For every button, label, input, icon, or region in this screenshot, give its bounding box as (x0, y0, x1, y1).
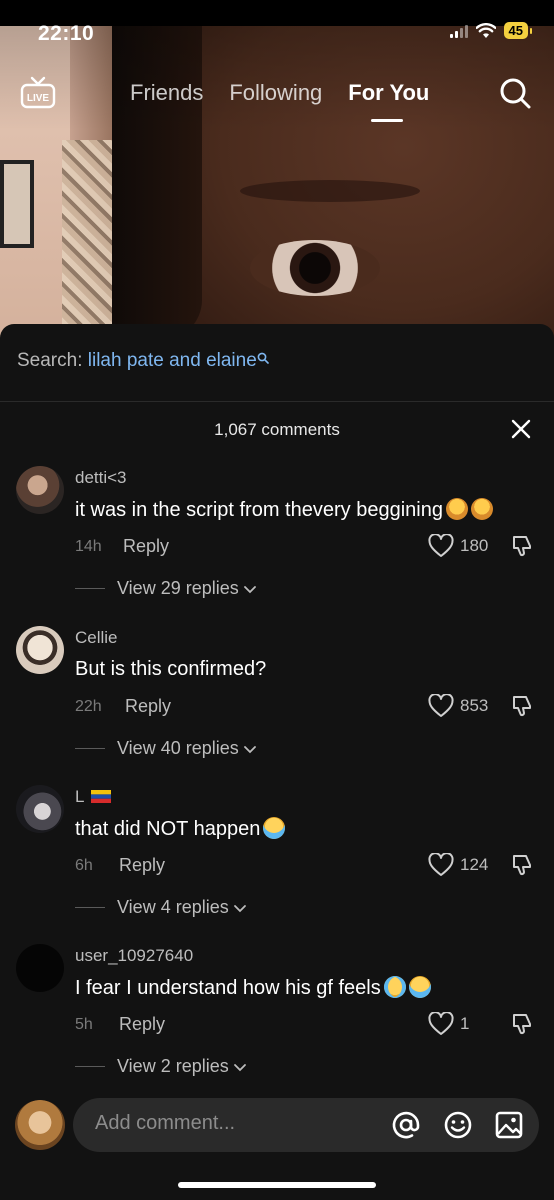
top-nav: LIVE Friends Following For You (0, 72, 554, 122)
woman-facepalming-emoji (445, 498, 468, 520)
heart-icon (428, 1012, 454, 1035)
like-button[interactable]: 853 (428, 694, 488, 718)
view-replies-button[interactable]: View 4 replies (75, 897, 247, 918)
loudly-crying-face-emoji (408, 976, 431, 998)
tab-following[interactable]: Following (229, 80, 322, 106)
search-icon[interactable] (498, 76, 532, 110)
chevron-down-icon (233, 1063, 246, 1071)
heart-icon (428, 853, 454, 876)
loudly-crying-face-emoji (263, 817, 286, 839)
video-brow (240, 180, 420, 202)
like-count: 853 (460, 696, 489, 715)
reply-button[interactable]: Reply (119, 855, 165, 876)
view-replies-button[interactable]: View 29 replies (75, 578, 257, 599)
reply-button[interactable]: Reply (119, 1014, 165, 1035)
status-icons: 45 (449, 22, 533, 39)
home-indicator (178, 1182, 376, 1188)
dislike-icon[interactable] (510, 534, 534, 558)
tab-friends[interactable]: Friends (130, 80, 203, 106)
search-suggestion[interactable]: Search: lilah pate and elaine (0, 324, 554, 402)
live-tv-icon[interactable]: LIVE (20, 76, 56, 110)
venezuela-flag-icon (90, 790, 111, 803)
cellular-signal-icon (449, 24, 468, 38)
chevron-down-icon (233, 904, 246, 912)
comment-text: I fear I understand how his gf feels (75, 976, 431, 1000)
comment-username[interactable]: Cellie (75, 628, 118, 648)
view-replies-label: View 29 replies (117, 578, 239, 598)
comment-input[interactable] (95, 1112, 375, 1135)
video-frame[interactable] (0, 0, 554, 340)
chevron-down-icon (243, 745, 256, 753)
comment-text-body: that did NOT happen (75, 818, 261, 840)
tab-for-you[interactable]: For You (348, 80, 429, 122)
mention-icon[interactable] (391, 1110, 421, 1140)
comment-text: it was in the script from thevery beggin… (75, 498, 493, 522)
view-replies-button[interactable]: View 40 replies (75, 738, 257, 759)
wifi-icon (475, 22, 496, 38)
search-query-link[interactable]: lilah pate and elaine (88, 350, 257, 371)
comment-timestamp: 6h (75, 857, 93, 874)
comment-username[interactable]: L (75, 787, 111, 807)
divider-line (75, 748, 105, 749)
chevron-down-icon (243, 585, 256, 593)
comments-sheet: Search: lilah pate and elaine 1,067 comm… (0, 324, 554, 1200)
dislike-icon[interactable] (510, 694, 534, 718)
comment-text: that did NOT happen (75, 817, 286, 841)
view-replies-label: View 40 replies (117, 738, 239, 758)
comments-count: 1,067 comments (214, 420, 340, 439)
like-count: 1 (460, 1014, 470, 1033)
divider-line (75, 1066, 105, 1067)
comment-timestamp: 14h (75, 538, 102, 555)
emoji-icon[interactable] (443, 1110, 473, 1140)
heart-icon (428, 694, 454, 717)
search-prefix: Search: (17, 350, 83, 371)
divider-line (75, 588, 105, 589)
heart-icon (428, 534, 454, 557)
view-replies-button[interactable]: View 2 replies (75, 1056, 247, 1077)
live-label: LIVE (27, 93, 50, 104)
like-button[interactable]: 1 (428, 1012, 469, 1036)
image-icon[interactable] (494, 1110, 524, 1140)
woman-facepalming-emoji (470, 498, 493, 520)
comment-timestamp: 22h (75, 698, 102, 715)
like-button[interactable]: 180 (428, 534, 488, 558)
avatar[interactable] (16, 944, 64, 992)
comment-text-body: I fear I understand how his gf feels (75, 977, 381, 999)
like-count: 124 (460, 855, 489, 874)
status-time: 22:10 (38, 22, 95, 45)
comment-input-pill[interactable] (73, 1098, 539, 1152)
like-count: 180 (460, 536, 489, 555)
comment-username[interactable]: user_10927640 (75, 946, 193, 966)
comment-username-text: L (75, 787, 84, 806)
view-replies-label: View 4 replies (117, 897, 229, 917)
comments-header: 1,067 comments (0, 402, 554, 458)
video-eye (250, 240, 380, 296)
search-small-icon (257, 352, 269, 364)
comment-text-body: it was in the script from thevery beggin… (75, 499, 443, 521)
comment-input-bar (0, 1098, 554, 1154)
comment-text-body: But is this confirmed? (75, 658, 267, 680)
feed-tabs: Friends Following For You (130, 80, 429, 122)
reply-button[interactable]: Reply (123, 536, 169, 557)
close-icon[interactable] (510, 418, 532, 440)
comment-timestamp: 5h (75, 1016, 93, 1033)
dislike-icon[interactable] (510, 853, 534, 877)
video-picture-frame (0, 160, 34, 248)
avatar[interactable] (16, 626, 64, 674)
tears-of-joy-face-emoji (383, 976, 406, 998)
reply-button[interactable]: Reply (125, 696, 171, 717)
comment-username[interactable]: detti<3 (75, 468, 127, 488)
avatar[interactable] (16, 785, 64, 833)
view-replies-label: View 2 replies (117, 1056, 229, 1076)
avatar[interactable] (16, 466, 64, 514)
comment-text: But is this confirmed? (75, 658, 266, 681)
divider-line (75, 907, 105, 908)
like-button[interactable]: 124 (428, 853, 488, 877)
my-avatar[interactable] (15, 1100, 65, 1150)
dislike-icon[interactable] (510, 1012, 534, 1036)
battery-indicator: 45 (503, 22, 533, 39)
